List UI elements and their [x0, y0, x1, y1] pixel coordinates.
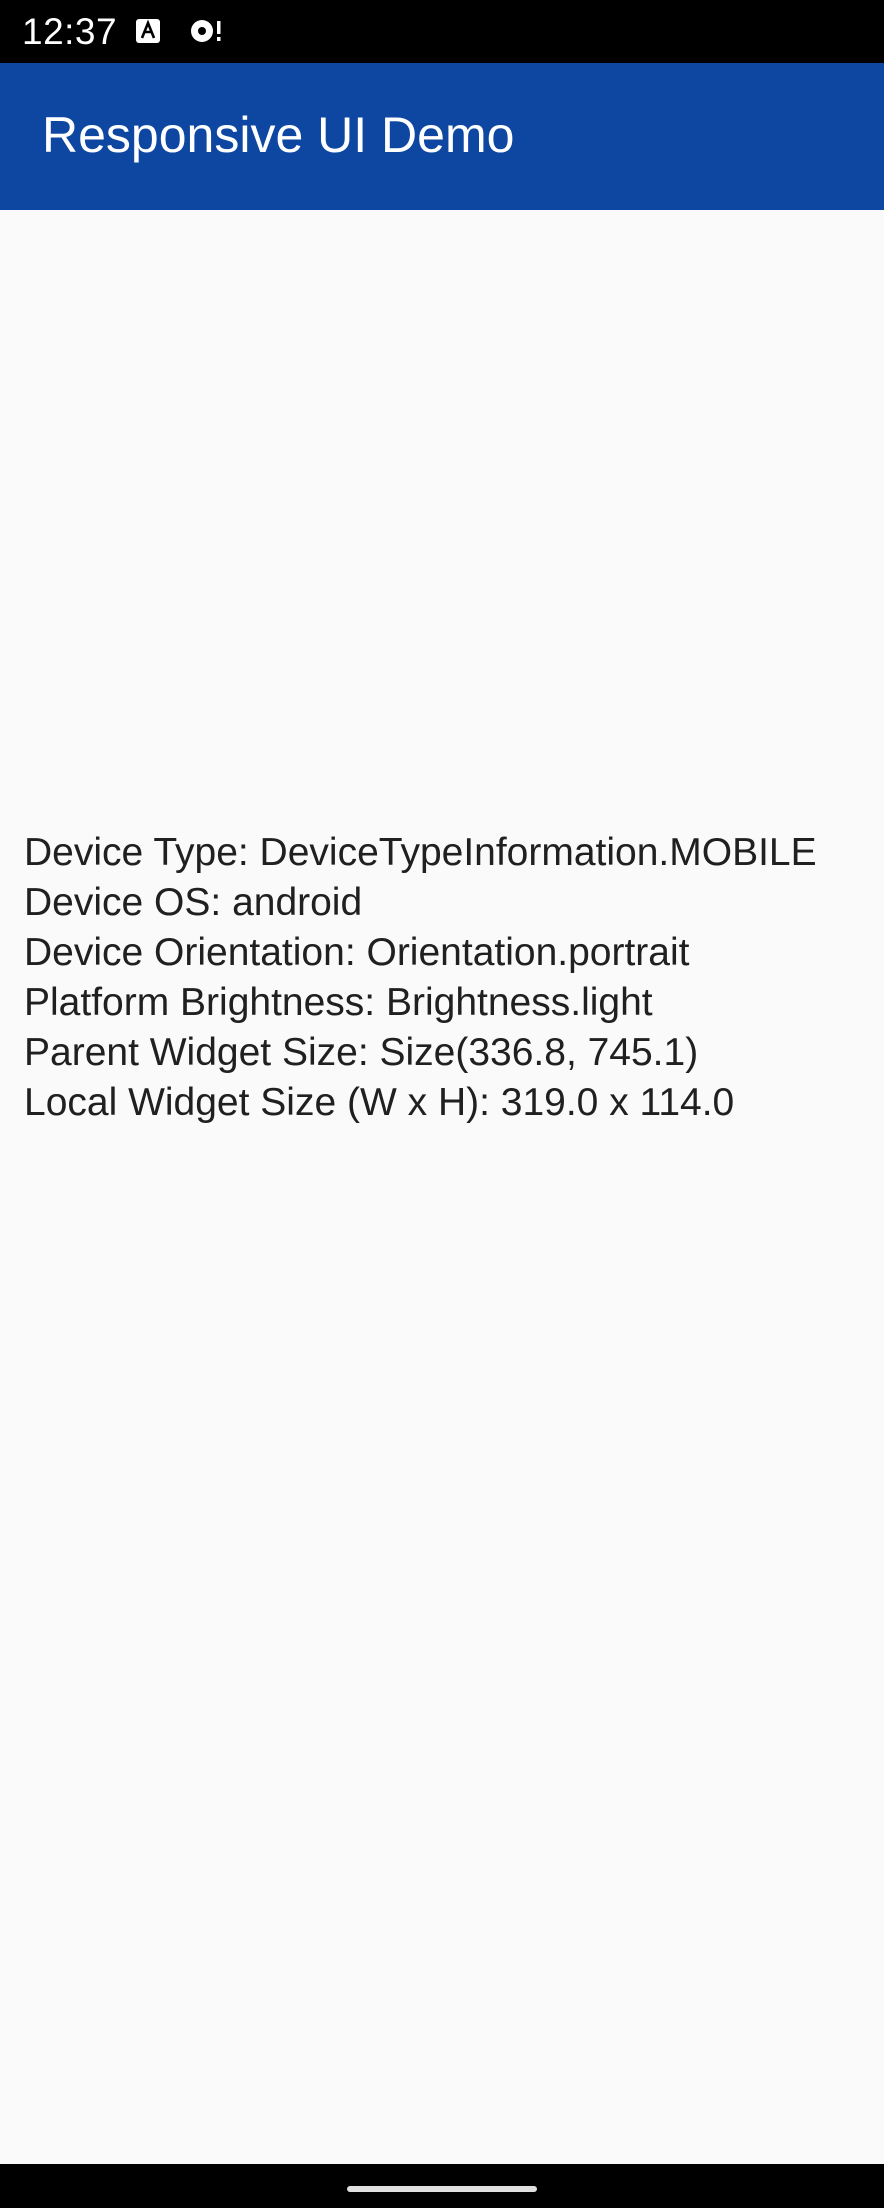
- device-type-text: Device Type: DeviceTypeInformation.MOBIL…: [24, 831, 817, 874]
- device-orientation-text: Device Orientation: Orientation.portrait: [24, 931, 690, 974]
- sync-alert-icon: [188, 16, 226, 46]
- device-os-text: Device OS: android: [24, 881, 363, 924]
- home-handle-icon[interactable]: [347, 2186, 537, 2192]
- main-content: [0, 210, 884, 2164]
- parent-widget-size-text: Parent Widget Size: Size(336.8, 745.1): [24, 1031, 699, 1074]
- status-bar: 12:37: [0, 0, 884, 63]
- local-widget-size-text: Local Widget Size (W x H): 319.0 x 114.0: [24, 1081, 735, 1124]
- platform-brightness-text: Platform Brightness: Brightness.light: [24, 981, 653, 1024]
- app-title: Responsive UI Demo: [42, 107, 515, 163]
- device-info-panel: Device Type: DeviceTypeInformation.MOBIL…: [24, 828, 874, 1128]
- navigation-bar: [0, 2164, 884, 2208]
- status-time: 12:37: [22, 11, 118, 52]
- accessibility-a-icon: [135, 17, 161, 45]
- app-bar: Responsive UI Demo: [0, 63, 884, 210]
